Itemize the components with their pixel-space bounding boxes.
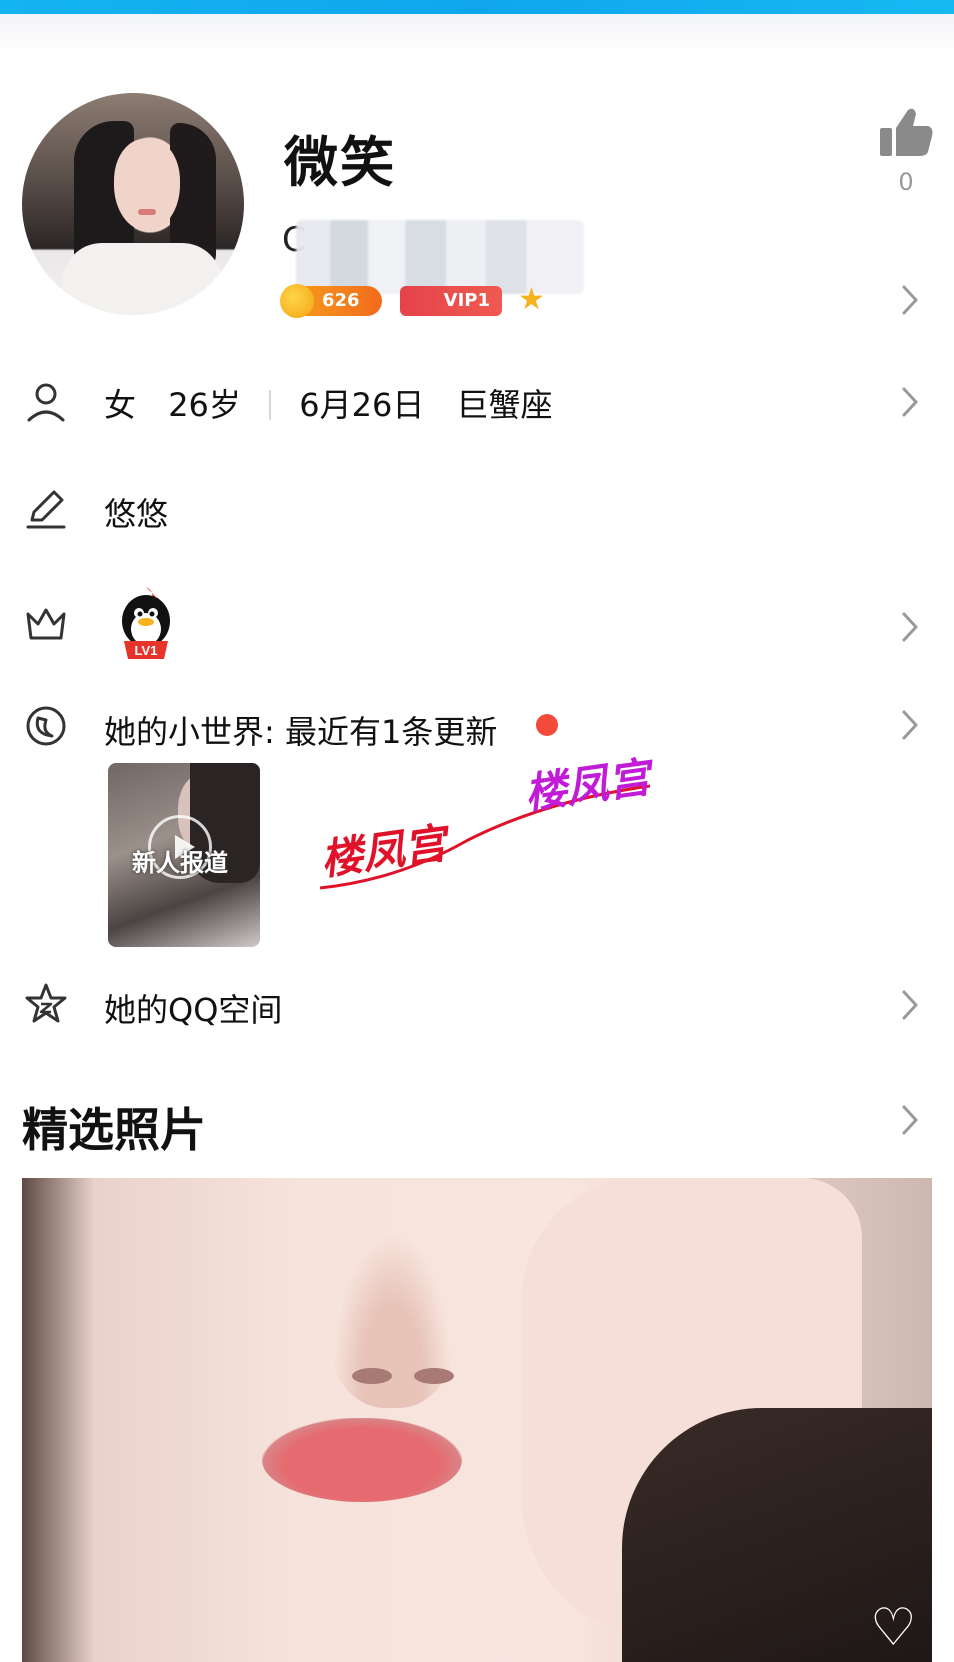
vip-badge[interactable]: VIP1 [400,286,502,316]
birthday: 6月26日 [299,386,425,424]
signature: 悠悠 [104,495,169,533]
pencil-icon [26,490,66,529]
top-status-strip [0,0,954,14]
featured-photo[interactable]: ♡ [22,1178,932,1662]
qzone-label[interactable]: 她的QQ空间 [104,985,282,1031]
thumbs-up-icon[interactable] [878,104,934,160]
chevron-right-icon[interactable] [900,283,920,317]
header-fade [0,14,954,54]
basic-info[interactable]: 女 26岁 6月26日 巨蟹座 [104,380,553,426]
world-video-thumbnail[interactable]: 新人报道 [108,763,260,947]
divider [269,390,272,420]
star-icon[interactable]: ★ [518,283,545,317]
moon-icon [26,706,66,746]
chevron-right-icon[interactable] [900,988,920,1022]
heart-icon: ♡ [870,1598,917,1658]
qzone-star-icon [25,983,67,1023]
featured-photos-title: 精选照片 [22,1103,206,1157]
thumbnail-caption: 新人报道 [132,849,228,877]
chevron-right-icon[interactable] [900,610,920,644]
update-dot [536,714,558,736]
person-icon [27,383,65,422]
chevron-right-icon[interactable] [900,708,920,742]
qq-level-penguin-icon[interactable]: LV1 [114,585,178,661]
level-badge-label: LV1 [135,643,158,658]
chevron-right-icon[interactable] [900,385,920,419]
chevron-right-icon[interactable] [900,1103,920,1137]
coin-icon [280,284,314,318]
like-count: 0 [898,168,914,196]
small-world-label[interactable]: 她的小世界: 最近有1条更新 [104,707,497,753]
avatar[interactable] [22,93,244,315]
crown-icon [26,608,66,640]
zodiac: 巨蟹座 [456,386,553,424]
profile-name: 微笑 [284,131,396,194]
gender: 女 [104,386,137,424]
age: 26岁 [168,386,241,424]
